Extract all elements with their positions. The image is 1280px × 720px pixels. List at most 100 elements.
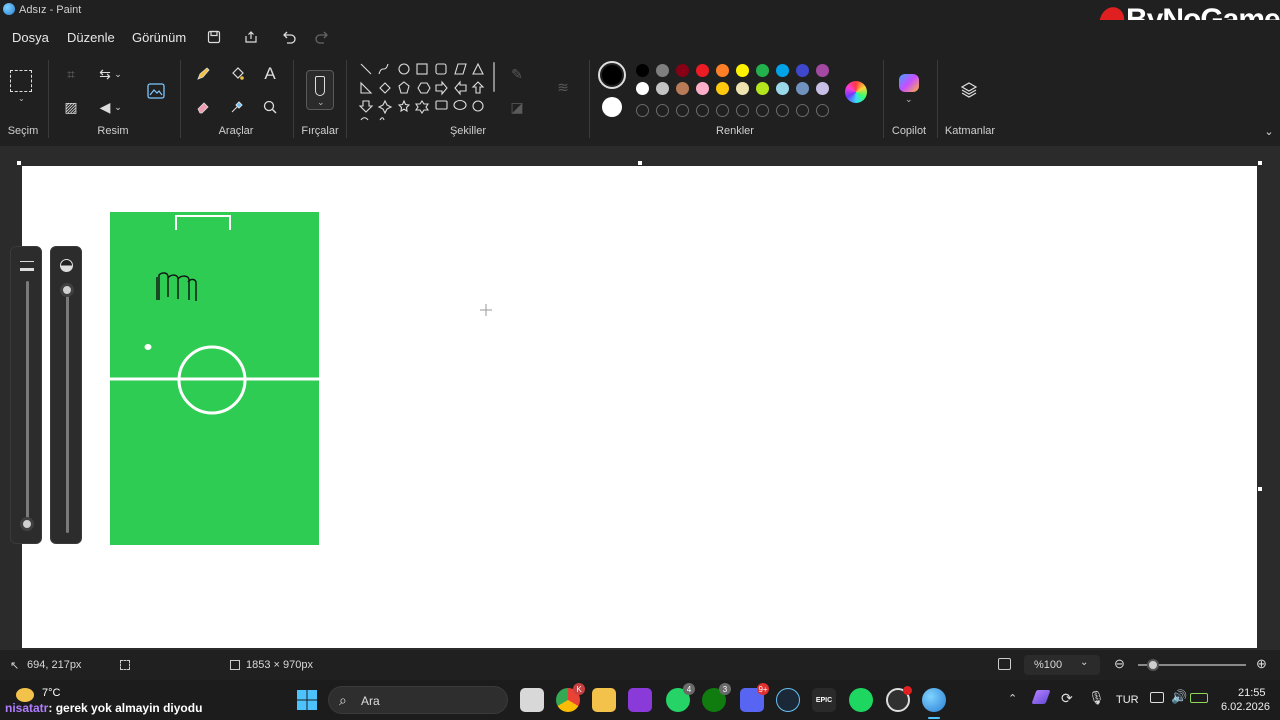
color-swatch[interactable] (796, 64, 809, 77)
file-explorer-icon[interactable] (592, 688, 616, 712)
color-swatch[interactable] (756, 82, 769, 95)
chrome-icon[interactable]: K (556, 683, 585, 712)
custom-color-slot[interactable] (716, 104, 729, 117)
menu-file[interactable]: Dosya (12, 30, 49, 45)
battery-icon[interactable] (1190, 693, 1208, 703)
color-swatch[interactable] (636, 64, 649, 77)
network-icon[interactable] (1150, 692, 1164, 703)
drawing-canvas[interactable] (22, 166, 1257, 648)
language-indicator[interactable]: TUR (1116, 694, 1139, 706)
canvas-resize-handle[interactable] (17, 161, 21, 165)
custom-color-slot[interactable] (656, 104, 669, 117)
color-swatch[interactable] (656, 82, 669, 95)
brush-opacity-slider[interactable] (50, 246, 82, 544)
magnifier-icon[interactable] (259, 96, 281, 118)
spotify-icon[interactable] (849, 688, 873, 712)
zoom-slider-thumb[interactable] (1147, 659, 1159, 671)
undo-icon[interactable] (278, 26, 300, 48)
app-icon[interactable] (628, 688, 652, 712)
brush-size-slider[interactable] (10, 246, 42, 544)
steam-icon[interactable] (776, 688, 800, 712)
color-swatch[interactable] (816, 82, 829, 95)
secondary-color[interactable] (602, 97, 622, 117)
chevron-down-icon: ⌄ (1080, 657, 1089, 668)
color-swatch[interactable] (676, 64, 689, 77)
color-swatch[interactable] (696, 82, 709, 95)
fit-to-window-icon[interactable] (998, 658, 1011, 670)
custom-color-slot[interactable] (736, 104, 749, 117)
color-swatch[interactable] (816, 64, 829, 77)
volume-icon[interactable]: 🔊 (1171, 689, 1187, 705)
selection-tool[interactable]: ⌄ (10, 70, 36, 106)
image-creator-icon[interactable] (144, 79, 168, 103)
color-swatch[interactable] (656, 64, 669, 77)
color-swatch[interactable] (716, 82, 729, 95)
layers-icon[interactable] (958, 79, 980, 101)
taskbar-search[interactable]: ⌕ Ara (328, 686, 508, 714)
brushes-button[interactable]: ⌄ (306, 70, 334, 110)
crop-icon[interactable]: ⌗ (60, 63, 82, 85)
redo-icon[interactable] (311, 26, 333, 48)
clock-date[interactable]: 6.02.2026 (1221, 701, 1270, 713)
color-swatch[interactable] (716, 64, 729, 77)
drawing (110, 212, 492, 545)
color-swatch[interactable] (736, 82, 749, 95)
clock-time[interactable]: 21:55 (1238, 687, 1266, 699)
save-icon[interactable] (203, 26, 225, 48)
color-swatch[interactable] (696, 64, 709, 77)
tray-chevron-up-icon[interactable]: ⌃ (1008, 692, 1017, 705)
color-swatch[interactable] (796, 82, 809, 95)
discord-icon[interactable]: 9+ (740, 683, 769, 712)
epic-games-icon[interactable]: EPIC (812, 688, 836, 712)
canvas-resize-handle[interactable] (1258, 487, 1262, 491)
whatsapp-icon[interactable]: 4 (666, 683, 695, 712)
color-swatch[interactable] (776, 64, 789, 77)
shapes-gallery[interactable] (356, 60, 498, 124)
remove-background-icon[interactable]: ▨ (60, 96, 82, 118)
chevron-down-icon[interactable]: ⌄ (112, 63, 124, 85)
custom-color-slot[interactable] (756, 104, 769, 117)
task-view-icon[interactable] (520, 688, 544, 712)
tray-sync-icon[interactable]: ⟳ (1061, 690, 1073, 707)
custom-color-slot[interactable] (676, 104, 689, 117)
slider-thumb[interactable] (20, 517, 34, 531)
color-swatch[interactable] (676, 82, 689, 95)
ribbon-collapse-chevron-icon[interactable]: ⌄ (1258, 120, 1280, 142)
share-icon[interactable] (240, 26, 262, 48)
tray-pen-icon[interactable] (1031, 690, 1051, 704)
shape-size-icon[interactable]: ≋ (552, 76, 574, 98)
zoom-select[interactable]: %100 ⌄ (1024, 655, 1100, 675)
text-tool-icon[interactable]: A (259, 63, 281, 85)
color-swatch[interactable] (636, 82, 649, 95)
pencil-icon[interactable] (192, 63, 214, 85)
custom-color-slot[interactable] (636, 104, 649, 117)
obs-icon[interactable] (886, 686, 912, 712)
fill-bucket-icon[interactable] (226, 63, 248, 85)
menu-edit[interactable]: Düzenle (67, 30, 115, 45)
canvas-resize-handle[interactable] (638, 161, 642, 165)
canvas-resize-handle[interactable] (1258, 161, 1262, 165)
color-swatch[interactable] (756, 64, 769, 77)
color-swatch[interactable] (776, 82, 789, 95)
zoom-in-icon[interactable]: ⊕ (1256, 656, 1267, 672)
primary-color[interactable] (598, 61, 626, 89)
custom-color-slot[interactable] (796, 104, 809, 117)
menu-view[interactable]: Görünüm (132, 30, 186, 45)
custom-color-slot[interactable] (696, 104, 709, 117)
edit-colors-icon[interactable] (845, 81, 867, 103)
custom-color-slot[interactable] (776, 104, 789, 117)
chevron-down-icon[interactable]: ⌄ (112, 96, 124, 118)
start-button[interactable] (296, 689, 318, 711)
shape-outline-icon[interactable]: ✎ (506, 63, 528, 85)
zoom-out-icon[interactable]: ⊖ (1114, 656, 1125, 672)
copilot-button[interactable]: ⌄ (897, 72, 921, 106)
tray-microphone-icon[interactable]: 🎙 (1088, 690, 1105, 706)
custom-color-slot[interactable] (816, 104, 829, 117)
slider-thumb[interactable] (60, 283, 74, 297)
paint-taskbar-icon[interactable] (922, 688, 946, 712)
color-picker-icon[interactable] (226, 96, 248, 118)
shape-fill-icon[interactable]: ◪ (506, 96, 528, 118)
xbox-icon[interactable]: 3 (702, 683, 731, 712)
color-swatch[interactable] (736, 64, 749, 77)
eraser-icon[interactable] (192, 96, 214, 118)
